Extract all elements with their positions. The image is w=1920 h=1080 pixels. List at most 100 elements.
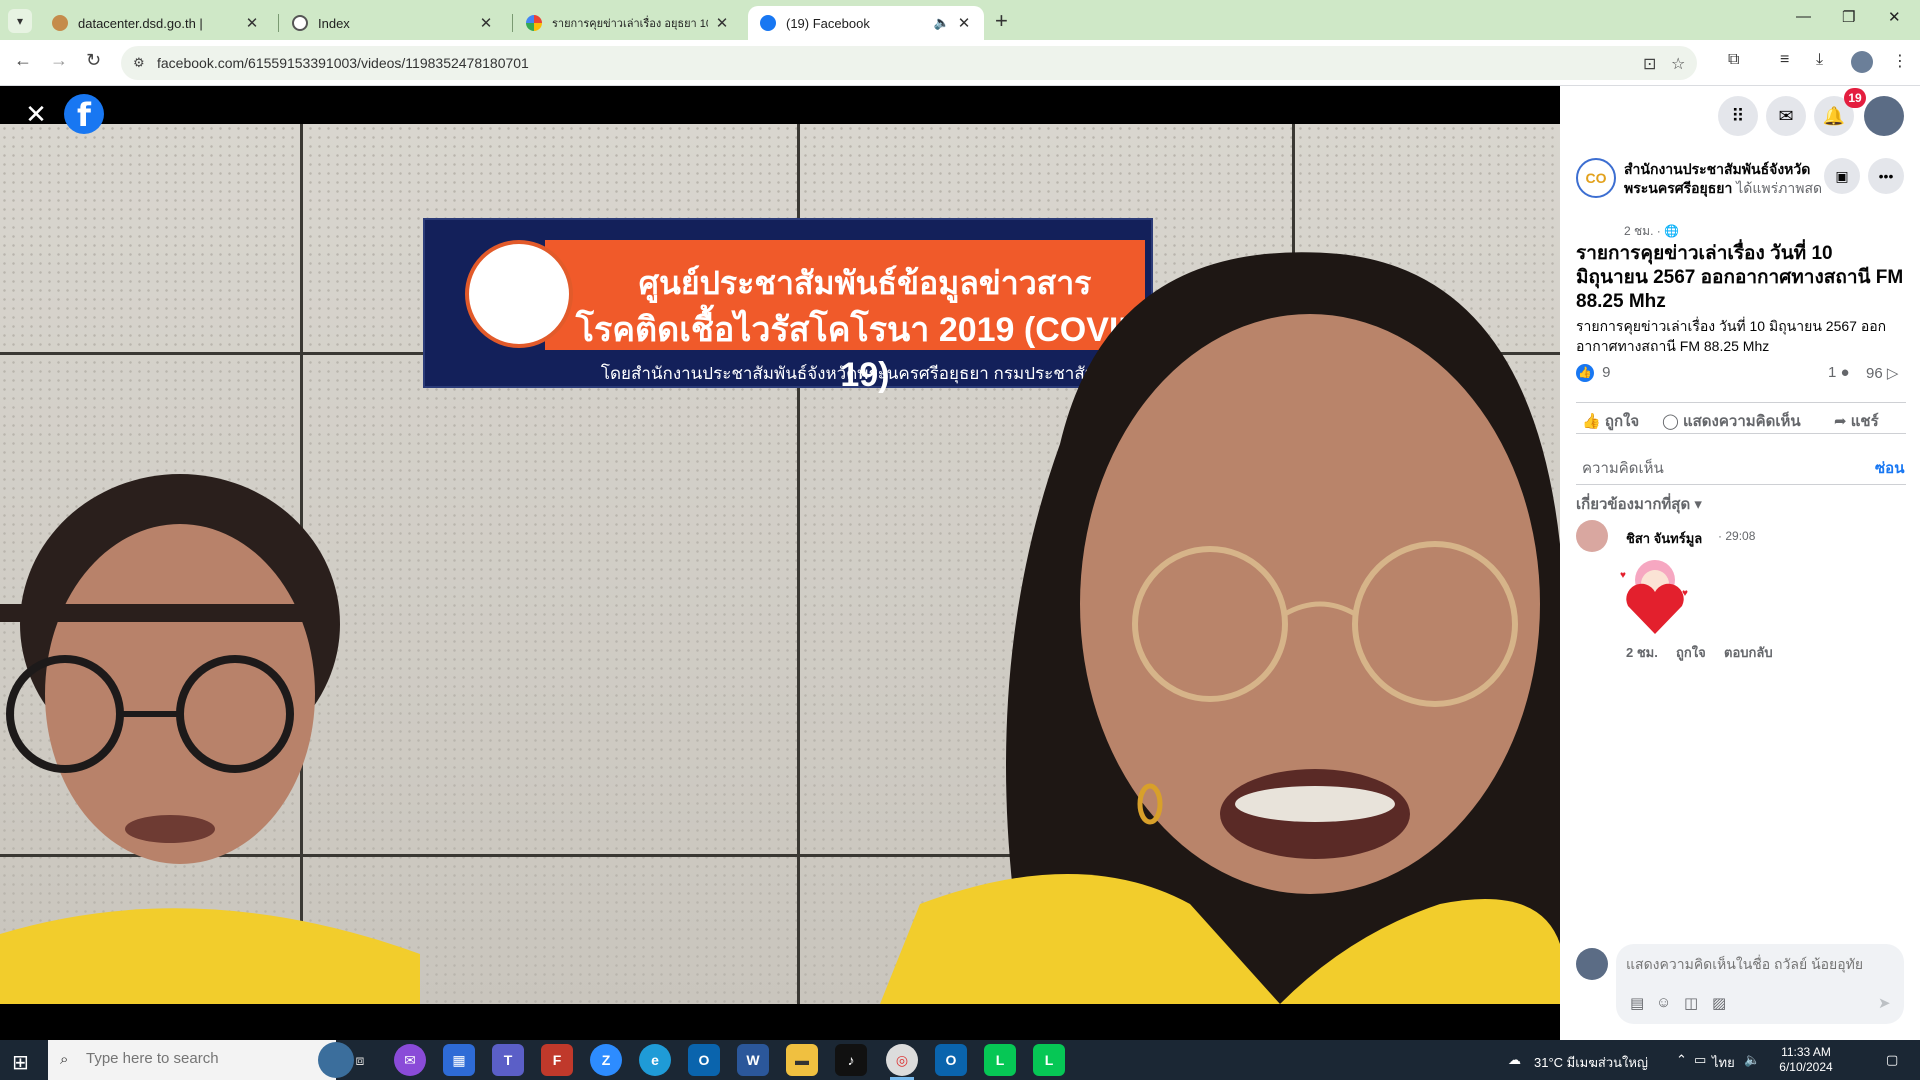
close-tab-icon[interactable]: ✕ bbox=[956, 14, 972, 32]
zoom-app-icon[interactable]: Z bbox=[590, 1044, 622, 1076]
reaction-count[interactable]: 9 bbox=[1602, 364, 1610, 381]
taskbar-search-input[interactable] bbox=[86, 1050, 286, 1067]
hide-comments-link[interactable]: ซ่อน bbox=[1875, 456, 1904, 480]
emoji-icon[interactable]: ☺ bbox=[1656, 994, 1671, 1011]
reload-button[interactable]: ↻ bbox=[86, 50, 101, 71]
comment-sort-dropdown[interactable]: เกี่ยวข้องมากที่สุด ▾ bbox=[1576, 492, 1702, 516]
more-icon: ••• bbox=[1878, 168, 1894, 184]
send-icon[interactable]: ➤ bbox=[1878, 994, 1891, 1012]
post-timestamp[interactable]: 2 ชม. · 🌐 bbox=[1624, 222, 1679, 241]
comment-age[interactable]: 2 ชม. bbox=[1626, 642, 1658, 663]
caret-down-icon: ▾ bbox=[1694, 496, 1702, 513]
task-view-icon[interactable]: ⧈ bbox=[344, 1044, 376, 1076]
taskbar-search[interactable]: ⌕ bbox=[48, 1040, 354, 1080]
outlook-app-icon[interactable]: O bbox=[688, 1044, 720, 1076]
browser-toolbar: ← → ↻ ⚙ facebook.com/61559153391003/vide… bbox=[0, 40, 1920, 86]
weather-icon[interactable]: ☁ bbox=[1508, 1052, 1521, 1068]
notification-center-icon[interactable]: ▢ bbox=[1886, 1052, 1898, 1068]
comment-count[interactable]: 1 ● bbox=[1828, 364, 1850, 381]
comment-like-button[interactable]: ถูกใจ bbox=[1676, 642, 1706, 663]
account-avatar[interactable] bbox=[1864, 96, 1904, 136]
tab-datacenter[interactable]: datacenter.dsd.go.th | ✕ bbox=[40, 6, 272, 40]
svg-text:♥: ♥ bbox=[1682, 588, 1688, 599]
forward-button[interactable]: → bbox=[50, 50, 68, 71]
new-tab-button[interactable]: + bbox=[995, 8, 1008, 34]
tab-title: Index bbox=[318, 15, 350, 31]
bell-icon: 🔔 bbox=[1822, 105, 1846, 126]
restore-button[interactable]: ❐ bbox=[1842, 8, 1855, 26]
chrome-app-icon[interactable]: ◎ bbox=[886, 1044, 918, 1080]
bookmark-icon: ▣ bbox=[1835, 167, 1849, 184]
gif-sticker-icon[interactable]: ▨ bbox=[1712, 994, 1726, 1012]
tiktok-app-icon[interactable]: ♪ bbox=[835, 1044, 867, 1076]
tray-app-icon[interactable]: ▭ bbox=[1694, 1052, 1706, 1068]
extensions-icon[interactable]: ⧉ bbox=[1728, 51, 1739, 69]
tab-google-search[interactable]: รายการคุยข่าวเล่าเรื่อง อยุธยา 10 มิ... … bbox=[514, 6, 742, 40]
play-icon: ▷ bbox=[1886, 365, 1899, 382]
live-shared-text: ได้แพร่ภาพสด bbox=[1736, 180, 1823, 196]
menu-grid-button[interactable]: ⠿ bbox=[1718, 96, 1758, 136]
media-controls-icon[interactable]: ≡ bbox=[1780, 51, 1789, 69]
more-options-button[interactable]: ••• bbox=[1868, 158, 1904, 194]
comment-bubble-icon: ● bbox=[1840, 364, 1850, 381]
search-icon: ⌕ bbox=[60, 1051, 69, 1068]
page-avatar[interactable]: CO bbox=[1576, 158, 1616, 198]
site-info-icon[interactable]: ⚙ bbox=[133, 55, 145, 71]
facebook-icon bbox=[760, 15, 776, 31]
comment-video-timestamp[interactable]: · 29:08 bbox=[1718, 529, 1755, 543]
comment-reply-button[interactable]: ตอบกลับ bbox=[1724, 642, 1773, 663]
share-button[interactable]: ➦ แชร์ bbox=[1834, 409, 1879, 433]
speaker-icon[interactable]: 🔈 bbox=[934, 15, 950, 31]
close-video-button[interactable]: ✕ bbox=[18, 96, 54, 132]
close-window-button[interactable]: ✕ bbox=[1888, 8, 1901, 26]
video-player[interactable]: ศูนย์ประชาสัมพันธ์ข้อมูลข่าวสาร โรคติดเช… bbox=[0, 86, 1560, 1040]
comment-author-name[interactable]: ชิสา จันทร์มูล bbox=[1626, 528, 1702, 549]
weather-text[interactable]: 31°C มีเมฆส่วนใหญ่ bbox=[1534, 1052, 1648, 1073]
install-app-icon[interactable]: ⊡ bbox=[1643, 54, 1656, 74]
language-indicator[interactable]: ไทย bbox=[1712, 1052, 1735, 1073]
grid-icon: ⠿ bbox=[1731, 105, 1745, 126]
taskbar: ⊞ ⌕ ⧈ ✉ ▦ T F Z e O W ▬ ♪ ◎ O L L ☁ 31°C… bbox=[0, 1040, 1920, 1080]
tab-index[interactable]: Index ✕ bbox=[280, 6, 506, 40]
chevron-down-icon: ▾ bbox=[16, 14, 24, 28]
comment-input[interactable] bbox=[1626, 952, 1894, 976]
file-explorer-icon[interactable]: ▬ bbox=[786, 1044, 818, 1076]
edge-app-icon[interactable]: e bbox=[639, 1044, 671, 1076]
tab-facebook[interactable]: (19) Facebook 🔈 ✕ bbox=[748, 6, 984, 40]
like-reaction-icon[interactable]: 👍 bbox=[1576, 364, 1594, 383]
system-clock[interactable]: 11:33 AM 6/10/2024 bbox=[1768, 1045, 1844, 1075]
address-bar[interactable]: ⚙ facebook.com/61559153391003/videos/119… bbox=[121, 46, 1697, 80]
page-name[interactable]: สำนักงานประชาสัมพันธ์จังหวัดพระนครศรีอยุ… bbox=[1624, 160, 1824, 198]
comment-author-avatar[interactable] bbox=[1576, 520, 1608, 552]
compose-avatar[interactable] bbox=[1576, 948, 1608, 980]
close-tab-icon[interactable]: ✕ bbox=[478, 14, 494, 32]
bookmark-star-icon[interactable]: ☆ bbox=[1671, 54, 1685, 74]
downloads-icon[interactable]: ⤓ bbox=[1816, 51, 1823, 69]
tab-search-button[interactable]: ▾ bbox=[8, 9, 32, 33]
like-button[interactable]: 👍 ถูกใจ bbox=[1582, 409, 1639, 433]
outlook-new-app-icon[interactable]: O bbox=[935, 1044, 967, 1076]
volume-icon[interactable]: 🔈 bbox=[1744, 1052, 1760, 1068]
comment-button[interactable]: ◯ แสดงความคิดเห็น bbox=[1662, 409, 1801, 433]
tab-title: datacenter.dsd.go.th | bbox=[78, 15, 203, 31]
teams-app-icon[interactable]: T bbox=[492, 1044, 524, 1076]
tray-expand-icon[interactable]: ⌃ bbox=[1676, 1052, 1687, 1068]
save-post-button[interactable]: ▣ bbox=[1824, 158, 1860, 194]
windows-start-button[interactable]: ⊞ bbox=[12, 1050, 29, 1075]
camera-icon[interactable]: ◫ bbox=[1684, 994, 1698, 1012]
minimize-button[interactable]: — bbox=[1796, 8, 1811, 25]
back-button[interactable]: ← bbox=[14, 50, 32, 71]
facebook-logo[interactable]: f bbox=[64, 94, 104, 134]
line-app-2-icon[interactable]: L bbox=[1033, 1044, 1065, 1076]
avatar-sticker-icon[interactable]: ▤ bbox=[1630, 994, 1644, 1012]
kebab-menu-icon[interactable]: ⋮ bbox=[1892, 51, 1908, 71]
word-app-icon[interactable]: W bbox=[737, 1044, 769, 1076]
store-app-icon[interactable]: ▦ bbox=[443, 1044, 475, 1076]
line-app-icon[interactable]: L bbox=[984, 1044, 1016, 1076]
foxit-app-icon[interactable]: F bbox=[541, 1044, 573, 1076]
profile-avatar[interactable] bbox=[1851, 51, 1873, 73]
close-tab-icon[interactable]: ✕ bbox=[714, 14, 730, 32]
messenger-app-icon[interactable]: ✉ bbox=[394, 1044, 426, 1076]
messenger-button[interactable]: ✉ bbox=[1766, 96, 1806, 136]
close-tab-icon[interactable]: ✕ bbox=[244, 14, 260, 32]
